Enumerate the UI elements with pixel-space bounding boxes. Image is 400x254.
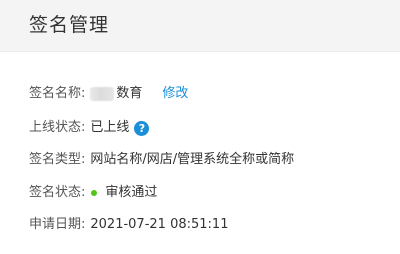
- signature-status-label: 签名状态:: [29, 185, 86, 200]
- signature-type-value: 网站名称/网店/管理系统全称或简称: [90, 152, 295, 167]
- edit-signature-link[interactable]: 修改: [162, 84, 188, 104]
- signature-status-value: 审核通过: [105, 185, 158, 200]
- signature-name-label: 签名名称:: [29, 86, 86, 101]
- signature-type-row: 签名类型: 网站名称/网店/管理系统全称或简称: [29, 150, 294, 170]
- signature-name-row: 签名名称: 数育 修改: [29, 84, 188, 104]
- apply-date-value: 2021-07-21 08:51:11: [90, 217, 229, 232]
- redacted-name-block: [90, 87, 115, 101]
- signature-type-label: 签名类型:: [29, 152, 86, 167]
- signature-name-value: 数育: [116, 86, 143, 101]
- online-status-value: 已上线: [90, 120, 130, 135]
- online-status-label: 上线状态:: [29, 120, 86, 135]
- apply-date-row: 申请日期: 2021-07-21 08:51:11: [29, 215, 228, 235]
- panel-header: 签名管理: [0, 0, 400, 52]
- online-status-row: 上线状态: 已上线 ?: [29, 118, 150, 138]
- status-dot-icon: [91, 190, 98, 196]
- apply-date-label: 申请日期:: [29, 217, 86, 232]
- help-icon[interactable]: ?: [134, 120, 150, 136]
- page-title: 签名管理: [29, 14, 110, 36]
- signature-management-panel: 签名管理 签名名称: 数育 修改 上线状态: 已上线 ? 签名类型: 网站名称/…: [0, 0, 400, 254]
- signature-status-row: 签名状态: 审核通过: [29, 183, 157, 203]
